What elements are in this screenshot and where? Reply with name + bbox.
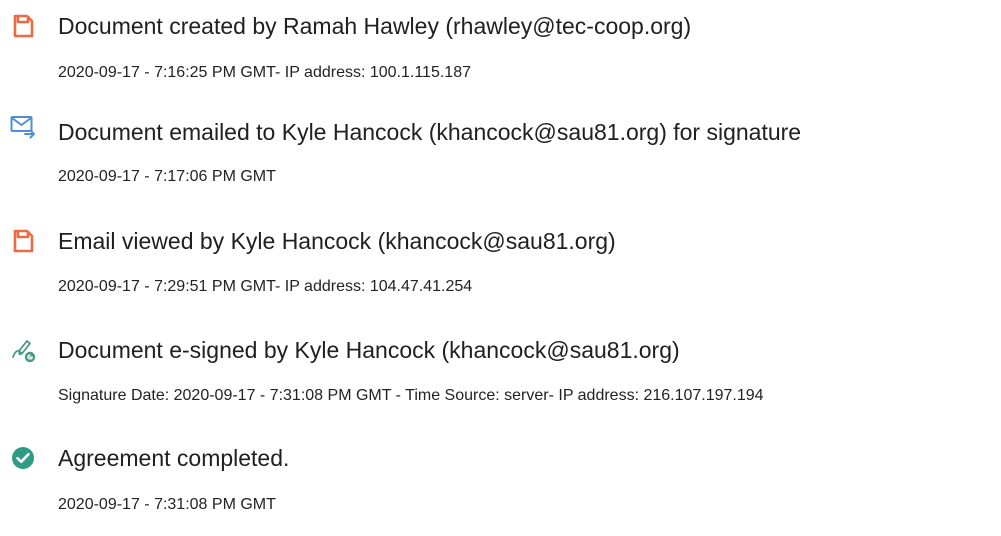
email-sent-icon (10, 113, 36, 139)
event-title: Document created by Ramah Hawley (rhawle… (58, 13, 692, 39)
document-viewed-icon (10, 228, 36, 254)
event-title: Email viewed by Kyle Hancock (khancock@s… (58, 228, 616, 254)
event-detail: Signature Date: 2020-09-17 - 7:31:08 PM … (58, 387, 764, 404)
event-title: Agreement completed. (58, 445, 290, 471)
event-detail: 2020-09-17 - 7:16:25 PM GMT- IP address:… (58, 64, 471, 81)
event-title: Document e-signed by Kyle Hancock (khanc… (58, 337, 680, 363)
checkmark-circle-icon (10, 445, 36, 471)
event-detail: 2020-09-17 - 7:17:06 PM GMT (58, 168, 276, 185)
event-detail: 2020-09-17 - 7:31:08 PM GMT (58, 496, 276, 513)
event-title: Document emailed to Kyle Hancock (khanco… (58, 119, 802, 145)
document-created-icon (10, 13, 36, 39)
esign-pen-icon (10, 337, 36, 363)
event-detail: 2020-09-17 - 7:29:51 PM GMT- IP address:… (58, 278, 473, 295)
